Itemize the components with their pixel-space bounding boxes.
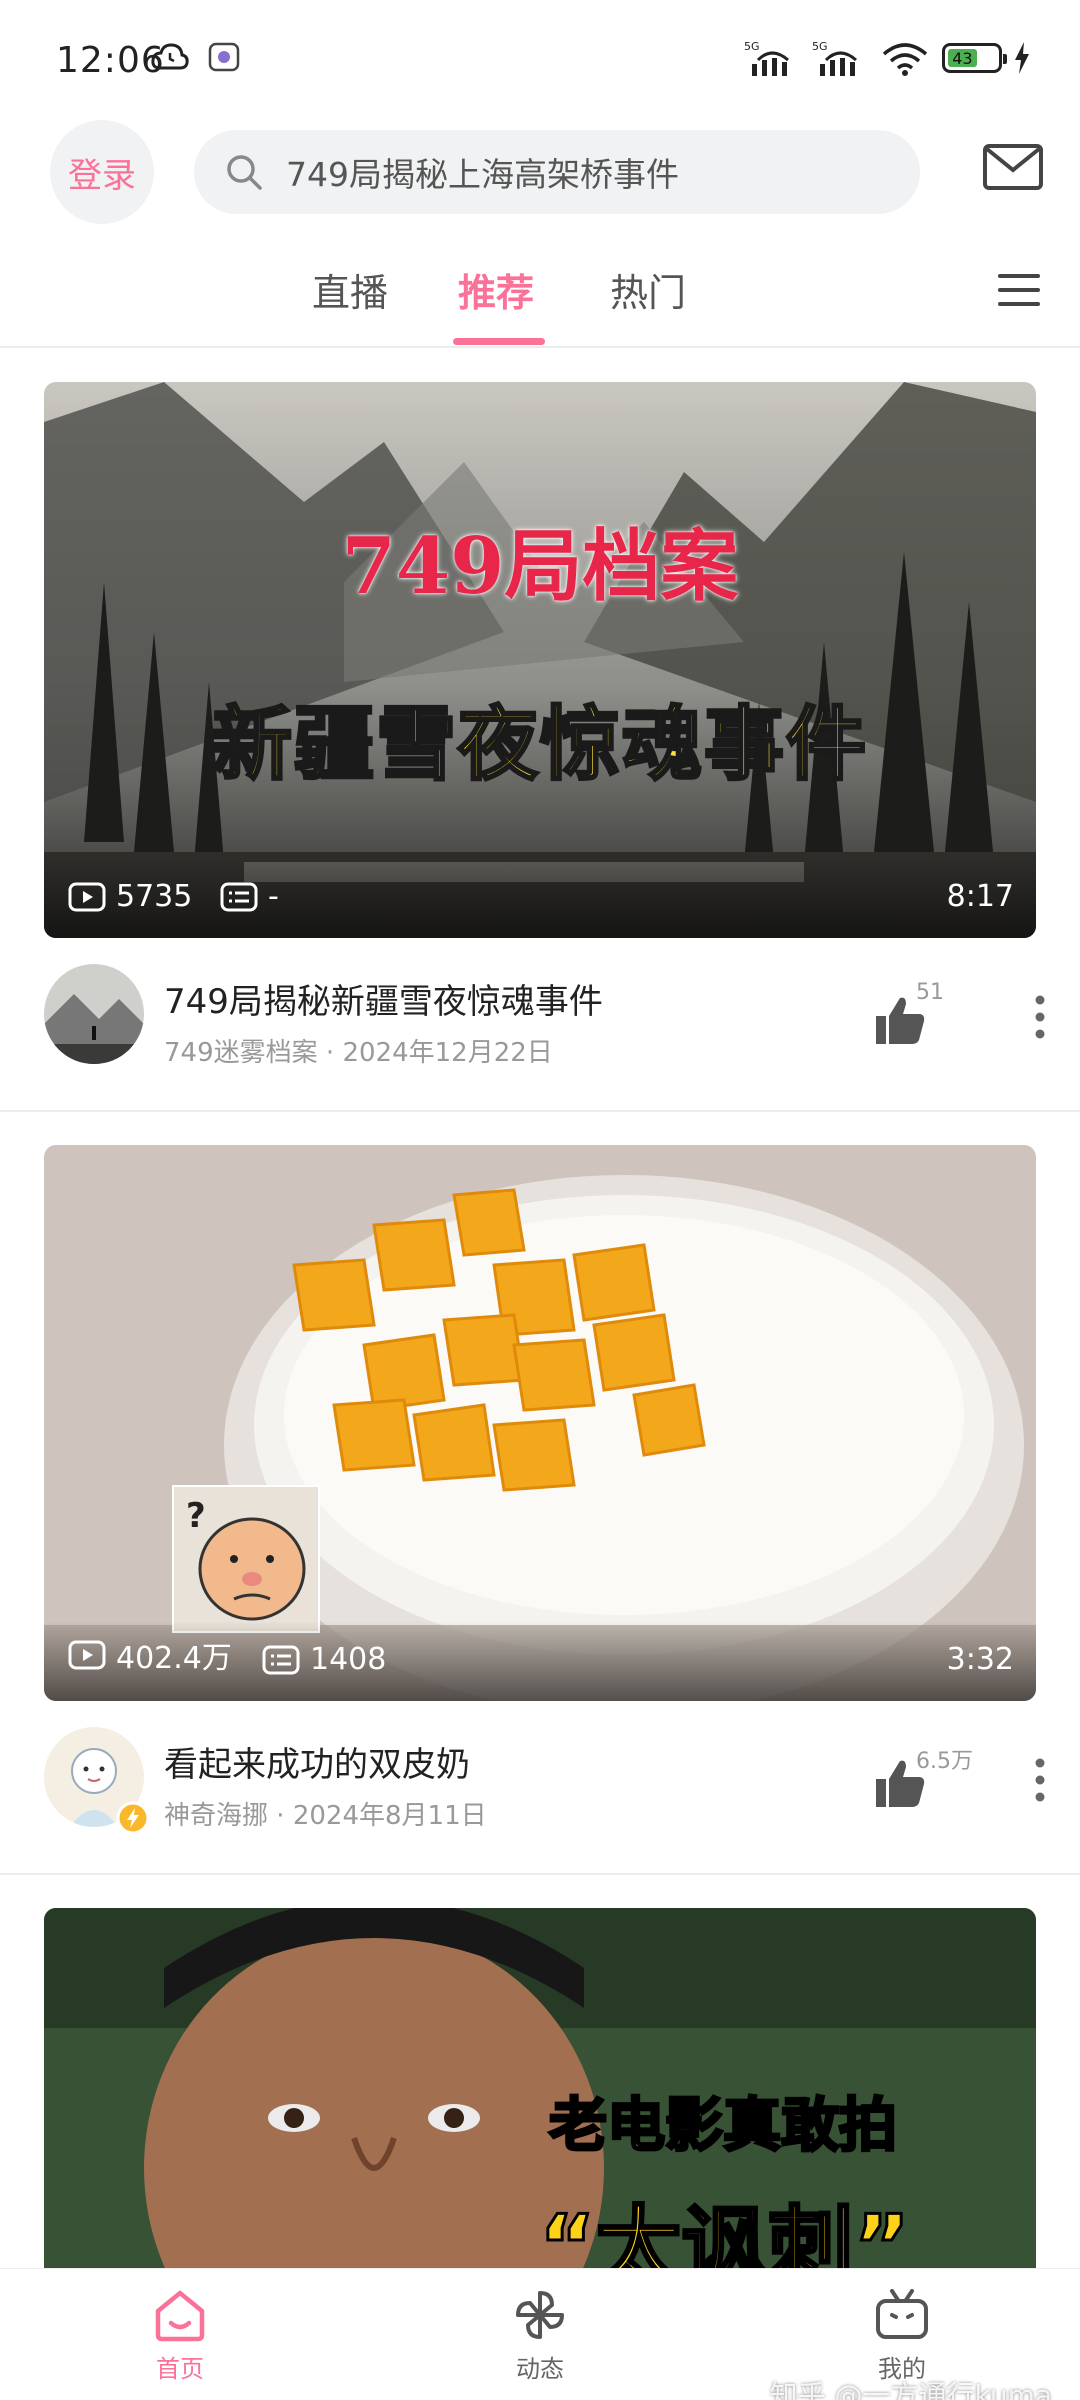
- search-bar[interactable]: 749局揭秘上海高架桥事件: [194, 130, 920, 214]
- video-thumbnail[interactable]: ? 402.4万 1408 3:32: [44, 1145, 1036, 1701]
- like-count: 6.5万: [916, 1749, 973, 1774]
- nav-dynamic-label: 动态: [516, 2355, 564, 2383]
- video-info: 749局揭秘新疆雪夜惊魂事件 749迷雾档案 · 2024年12月22日 51: [0, 938, 1080, 1108]
- verified-badge-icon: [116, 1801, 150, 1835]
- publish-date: 2024年12月22日: [342, 1038, 553, 1068]
- svg-text:5G: 5G: [812, 40, 828, 53]
- video-meta: 749迷雾档案 · 2024年12月22日: [164, 1038, 553, 1068]
- play-count: 402.4万: [68, 1633, 232, 1677]
- watermark-text: 知乎 @一方通行kuma: [769, 2379, 1052, 2400]
- signal-icon-2: 5G: [812, 40, 857, 76]
- mountain-landscape-image: [44, 382, 1036, 938]
- nav-home[interactable]: 首页: [100, 2287, 260, 2384]
- thumbnail-title-red: 749局档案: [341, 521, 739, 612]
- feed-divider: [0, 1873, 1080, 1875]
- thumbnail-title-yellow: 新疆雪夜惊魂事件: [211, 697, 868, 793]
- search-icon: [227, 155, 262, 190]
- nav-dynamic[interactable]: 动态: [460, 2287, 620, 2384]
- app-notification-icon: [208, 42, 240, 72]
- status-notification-icons: [150, 40, 244, 74]
- video-duration: 3:32: [946, 1642, 1014, 1677]
- author-name[interactable]: 749迷雾档案: [164, 1038, 318, 1068]
- login-button[interactable]: 登录: [50, 120, 154, 224]
- danmaku-count: 1408: [262, 1642, 386, 1677]
- active-tab-indicator: [453, 338, 545, 345]
- tab-hot[interactable]: 热门: [610, 262, 686, 317]
- nav-home-label: 首页: [156, 2355, 204, 2383]
- video-duration: 8:17: [946, 879, 1014, 914]
- play-count: 5735: [68, 879, 192, 914]
- video-meta: 神奇海挪 · 2024年8月11日: [164, 1801, 487, 1831]
- author-avatar[interactable]: [44, 964, 144, 1064]
- video-thumbnail[interactable]: 老电影真敢拍 “太讽刺”: [44, 1908, 1036, 2268]
- status-time: 12:06: [56, 40, 165, 81]
- author-name[interactable]: 神奇海挪: [164, 1801, 268, 1831]
- video-info: 看起来成功的双皮奶 神奇海挪 · 2024年8月11日 6.5万: [0, 1701, 1080, 1871]
- video-title[interactable]: 看起来成功的双皮奶: [164, 1737, 470, 1786]
- more-options-icon[interactable]: [1034, 1757, 1046, 1803]
- video-thumbnail[interactable]: 749局档案 新疆雪夜惊魂事件 5735 - 8:17: [44, 382, 1036, 938]
- pinwheel-icon: [516, 2291, 564, 2339]
- video-title[interactable]: 749局揭秘新疆雪夜惊魂事件: [164, 974, 603, 1023]
- mail-icon[interactable]: [982, 142, 1044, 192]
- status-right: 5G 5G 43: [744, 38, 1030, 78]
- thumbnail-title-white: 老电影真敢拍: [547, 2090, 898, 2161]
- svg-text:?: ?: [186, 1496, 206, 1536]
- tab-recommend[interactable]: 推荐: [458, 262, 534, 317]
- svg-text:5G: 5G: [744, 40, 760, 53]
- signal-icon: 5G: [744, 40, 789, 76]
- thumbnail-title-quote: “太讽刺”: [537, 2196, 911, 2269]
- play-count-icon: [68, 1640, 106, 1670]
- search-placeholder: 749局揭秘上海高架桥事件: [286, 155, 679, 194]
- channel-tabs: 直播 推荐 热门: [0, 262, 1080, 348]
- battery-level: 43: [948, 49, 977, 68]
- meme-sticker-image: ?: [172, 1485, 320, 1633]
- battery-indicator: 43: [942, 43, 1007, 73]
- tabs-divider: [0, 346, 1080, 348]
- play-count-icon: [68, 882, 106, 911]
- wifi-icon: [882, 43, 928, 76]
- danmaku-count-value: 1408: [310, 1642, 387, 1677]
- publish-date: 2024年8月11日: [292, 1801, 487, 1831]
- danmaku-icon: [262, 1645, 300, 1674]
- danmaku-count-value: -: [268, 879, 279, 914]
- cloud-clock-icon: [151, 43, 189, 70]
- play-count-value: 402.4万: [116, 1641, 232, 1676]
- thumbnail-overlay: [44, 858, 1036, 938]
- more-options-icon[interactable]: [1034, 994, 1046, 1040]
- nav-mine[interactable]: 我的: [822, 2287, 982, 2384]
- tab-live[interactable]: 直播: [312, 262, 388, 317]
- play-count-value: 5735: [116, 879, 193, 914]
- tv-icon: [876, 2289, 928, 2339]
- danmaku-count: -: [220, 879, 279, 914]
- status-bar: 12:06 5G 5G 43: [0, 0, 1080, 118]
- charging-bolt-icon: [1015, 42, 1029, 74]
- like-count: 51: [916, 980, 944, 1005]
- menu-icon[interactable]: [998, 270, 1040, 310]
- home-icon: [155, 2290, 205, 2342]
- top-header: 登录 749局揭秘上海高架桥事件: [0, 118, 1080, 228]
- feed-divider: [0, 1110, 1080, 1112]
- danmaku-icon: [220, 882, 258, 911]
